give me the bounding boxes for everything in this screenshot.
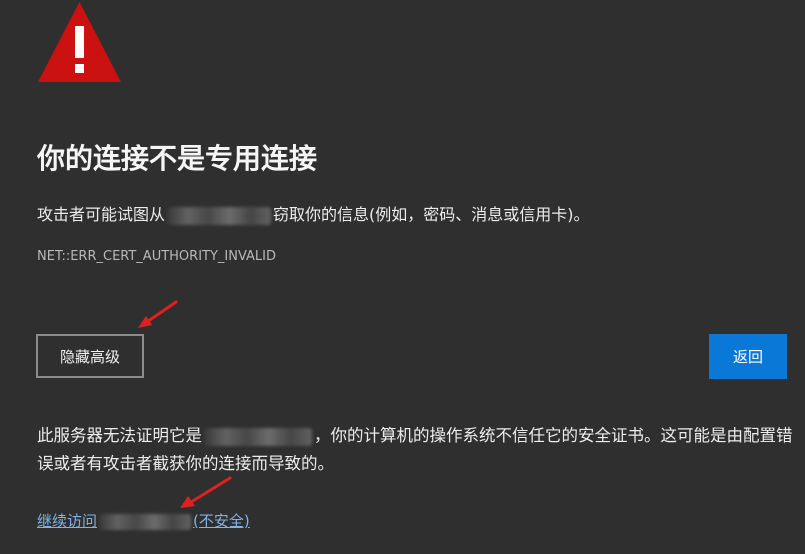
redacted-address: [99, 513, 192, 530]
proceed-unsafe-link[interactable]: 继续访问 (不安全): [37, 510, 250, 531]
annotation-arrow-icon: [180, 476, 232, 508]
description-after: 窃取你的信息(例如，密码、消息或信用卡)。: [273, 205, 590, 224]
page-title: 你的连接不是专用连接: [37, 142, 318, 175]
redacted-host: [167, 206, 272, 225]
advanced-details-text: 此服务器无法证明它是 ，你的计算机的操作系统不信任它的安全证书。这可能是由配置错误…: [37, 422, 797, 478]
details-before: 此服务器无法证明它是: [37, 426, 202, 445]
proceed-before: 继续访问: [37, 512, 98, 530]
error-code: NET::ERR_CERT_AUTHORITY_INVALID: [37, 249, 277, 264]
annotation-arrow-icon: [138, 300, 178, 328]
hide-advanced-button[interactable]: 隐藏高级: [36, 334, 144, 378]
interstitial-page: 你的连接不是专用连接 攻击者可能试图从 窃取你的信息(例如，密码、消息或信用卡)。…: [0, 0, 805, 554]
redacted-server: [204, 427, 312, 446]
warning-triangle-icon: [38, 2, 121, 82]
description-before: 攻击者可能试图从: [37, 205, 166, 224]
proceed-after: (不安全): [193, 512, 250, 530]
back-button[interactable]: 返回: [709, 334, 787, 379]
description-text: 攻击者可能试图从 窃取你的信息(例如，密码、消息或信用卡)。: [37, 201, 590, 225]
